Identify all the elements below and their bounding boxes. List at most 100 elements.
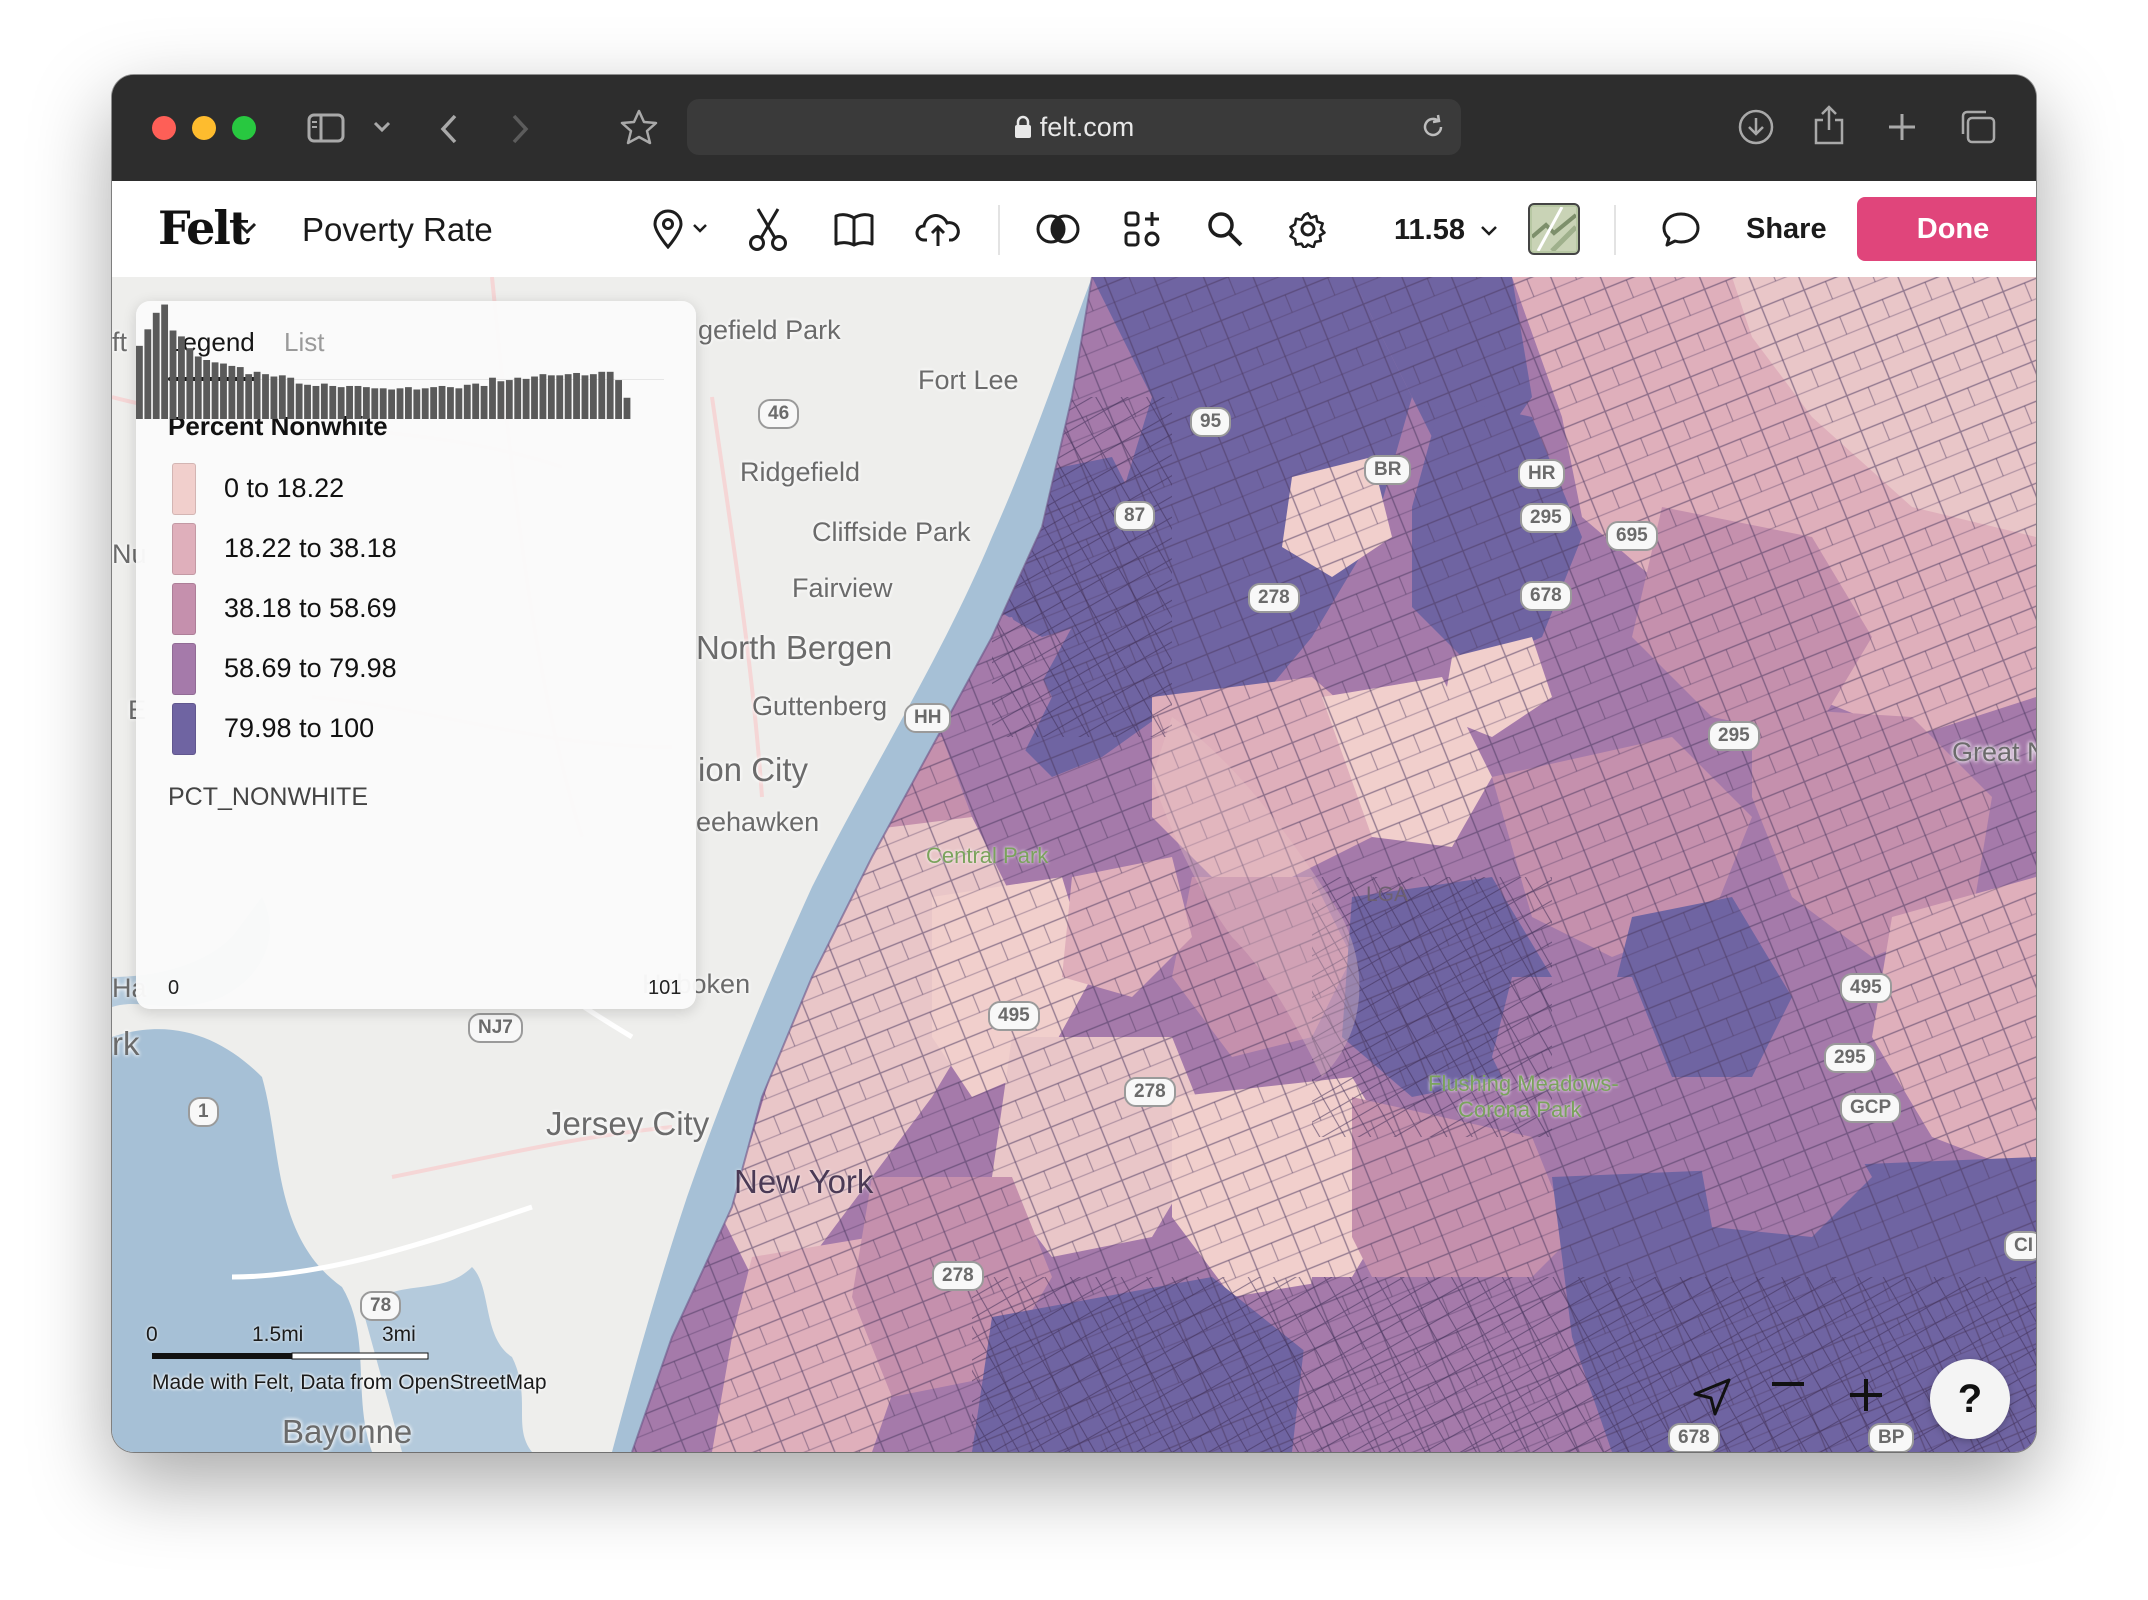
legend-item[interactable]: 79.98 to 100 xyxy=(168,701,628,757)
histogram-bar xyxy=(362,387,370,419)
histogram-bar xyxy=(497,381,505,419)
route-shield: BR xyxy=(1364,455,1412,485)
scissors-tool-icon[interactable] xyxy=(748,205,788,253)
forward-icon[interactable] xyxy=(505,109,535,149)
airport-label: LGA xyxy=(1366,883,1409,906)
histogram-bar xyxy=(396,388,404,419)
histogram-bar xyxy=(388,389,396,419)
legend-item-label: 0 to 18.22 xyxy=(224,473,345,503)
zoom-window-button[interactable] xyxy=(232,116,256,140)
histogram-bar xyxy=(589,374,597,419)
place-label: New York xyxy=(734,1163,874,1200)
place-label: Cliffside Park xyxy=(812,517,971,547)
legend-item[interactable]: 18.22 to 38.18 xyxy=(168,521,628,577)
route-shield: NJ7 xyxy=(468,1013,523,1043)
map-title[interactable]: Poverty Rate xyxy=(302,211,493,249)
sidebar-toggle-icon[interactable] xyxy=(305,107,347,149)
place-label: ion City xyxy=(698,751,809,788)
scale-bar xyxy=(152,1352,429,1360)
route-shield: 87 xyxy=(1114,501,1156,531)
place-label: Great N xyxy=(1952,737,2036,767)
park-label: Flushing Meadows- xyxy=(1428,1071,1619,1096)
place-label: ft xyxy=(112,327,128,357)
address-bar[interactable]: felt.com xyxy=(687,99,1461,155)
histogram-bar xyxy=(547,375,555,419)
legend-item[interactable]: 38.18 to 58.69 xyxy=(168,581,628,637)
add-element-grid-icon[interactable] xyxy=(1122,205,1162,253)
locate-arrow-icon[interactable] xyxy=(1692,1377,1740,1425)
route-shield: 46 xyxy=(758,399,800,429)
histogram-bar xyxy=(531,376,538,419)
done-button[interactable]: Done xyxy=(1857,197,2036,261)
place-label: Fairview xyxy=(792,573,893,603)
lock-icon xyxy=(1014,115,1032,139)
route-shield: 278 xyxy=(1124,1077,1176,1107)
pin-tool-icon[interactable] xyxy=(652,205,714,253)
histogram-bar xyxy=(329,385,337,419)
histogram-bar xyxy=(371,388,379,419)
histogram-bar xyxy=(228,365,236,419)
map-attribution[interactable]: Made with Felt, Data from OpenStreetMap xyxy=(152,1371,547,1395)
route-shield: 295 xyxy=(1708,721,1760,751)
histogram-bar xyxy=(236,367,244,419)
share-sheet-icon[interactable] xyxy=(1809,102,1849,148)
histogram-bar xyxy=(270,376,278,419)
histogram-min-label: 0 xyxy=(168,977,180,999)
scale-label: 1.5mi xyxy=(252,1323,304,1346)
route-shield: CI xyxy=(2004,1231,2036,1261)
tab-overview-icon[interactable] xyxy=(1956,105,2000,149)
route-shield: 295 xyxy=(1520,503,1572,533)
help-button[interactable]: ? xyxy=(1930,1359,2010,1439)
minimize-window-button[interactable] xyxy=(192,116,216,140)
downloads-icon[interactable] xyxy=(1734,105,1778,149)
field-name: PCT_NONWHITE xyxy=(168,783,368,811)
zoom-level[interactable]: 11.58 xyxy=(1394,214,1465,247)
histogram-bar xyxy=(455,388,463,419)
legend-item[interactable]: 58.69 to 79.98 xyxy=(168,641,628,697)
histogram-bar xyxy=(379,388,387,419)
layers-toggle-icon[interactable] xyxy=(1034,205,1082,253)
histogram-bar xyxy=(312,385,320,419)
histogram-bar xyxy=(438,385,446,419)
histogram-max-label: 101 xyxy=(648,977,682,999)
logo-menu-chevron-icon[interactable] xyxy=(237,217,257,241)
route-shield: 495 xyxy=(1840,973,1892,1003)
zoom-chevron-down-icon[interactable] xyxy=(1480,223,1498,239)
histogram-bar xyxy=(278,375,286,419)
share-button[interactable]: Share xyxy=(1746,213,1827,246)
histogram-bar xyxy=(413,389,421,419)
histogram-bar xyxy=(220,363,227,419)
zoom-out-icon[interactable] xyxy=(1772,1381,1816,1425)
search-icon[interactable] xyxy=(1205,205,1245,253)
place-label: gefield Park xyxy=(698,315,841,345)
chevron-down-icon[interactable] xyxy=(370,115,394,139)
histogram-bar xyxy=(295,383,303,419)
felt-logo[interactable]: Felt xyxy=(158,201,250,255)
legend-swatch xyxy=(172,523,196,575)
bookmark-star-icon[interactable] xyxy=(617,105,661,149)
histogram-bar xyxy=(505,380,513,419)
histogram-bar xyxy=(304,384,311,419)
comment-bubble-icon[interactable] xyxy=(1660,205,1702,253)
new-tab-icon[interactable] xyxy=(1882,107,1922,147)
histogram-bar xyxy=(522,378,530,419)
back-icon[interactable] xyxy=(434,109,464,149)
histogram-bar xyxy=(573,372,580,419)
legend-swatch xyxy=(172,463,196,515)
basemap-thumbnail-icon[interactable] xyxy=(1528,203,1580,255)
route-shield: GCP xyxy=(1840,1093,1902,1123)
legend-item[interactable]: 0 to 18.22 xyxy=(168,461,628,517)
upload-cloud-icon[interactable] xyxy=(914,205,962,253)
browser-toolbar: felt.com xyxy=(112,75,2036,181)
close-window-button[interactable] xyxy=(152,116,176,140)
library-book-icon[interactable] xyxy=(832,205,876,253)
histogram-bar xyxy=(320,383,328,419)
legend-swatch xyxy=(172,643,196,695)
settings-gear-icon[interactable] xyxy=(1288,205,1328,253)
histogram-bar xyxy=(169,330,177,419)
route-shield: 95 xyxy=(1190,407,1232,437)
reload-icon[interactable] xyxy=(1419,113,1447,141)
map-canvas[interactable]: gefield Park Fort Lee Ridgefield Cliffsi… xyxy=(112,277,2036,1452)
zoom-in-icon[interactable] xyxy=(1850,1379,1894,1423)
histogram-bar xyxy=(489,377,496,419)
